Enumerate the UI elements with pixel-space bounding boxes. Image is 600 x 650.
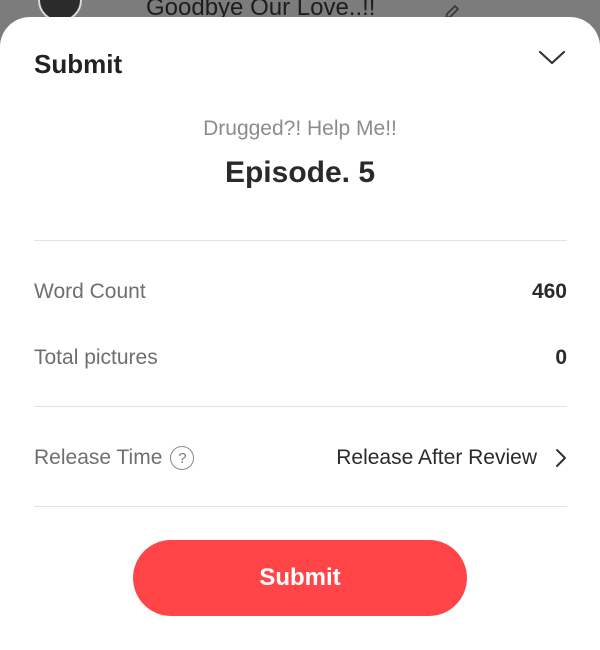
release-time-row[interactable]: Release Time ? Release After Review — [34, 442, 567, 474]
total-pictures-label: Total pictures — [34, 346, 158, 369]
word-count-value: 460 — [531, 280, 567, 303]
submit-button[interactable]: Submit — [133, 540, 467, 616]
chevron-down-icon — [538, 50, 566, 65]
release-time-label-group: Release Time ? — [34, 446, 195, 470]
word-count-label: Word Count — [34, 280, 146, 303]
question-circle-icon[interactable]: ? — [170, 446, 195, 470]
chevron-right-icon — [556, 449, 566, 467]
submit-sheet: Submit Drugged?! Help Me!! Episode. 5 Wo… — [0, 17, 600, 650]
divider — [34, 406, 567, 407]
word-count-row: Word Count 460 — [34, 276, 567, 308]
release-time-value: Release After Review — [336, 446, 537, 469]
total-pictures-value: 0 — [555, 346, 567, 369]
release-time-selector[interactable]: Release After Review — [336, 446, 567, 470]
collapse-button[interactable] — [532, 41, 572, 75]
series-name: Drugged?! Help Me!! — [203, 117, 397, 140]
release-time-label: Release Time — [34, 446, 163, 469]
episode-title: Episode. 5 — [224, 156, 376, 189]
divider — [34, 506, 567, 507]
divider — [34, 240, 567, 241]
sheet-title: Submit — [34, 49, 123, 79]
total-pictures-row: Total pictures 0 — [34, 342, 567, 374]
